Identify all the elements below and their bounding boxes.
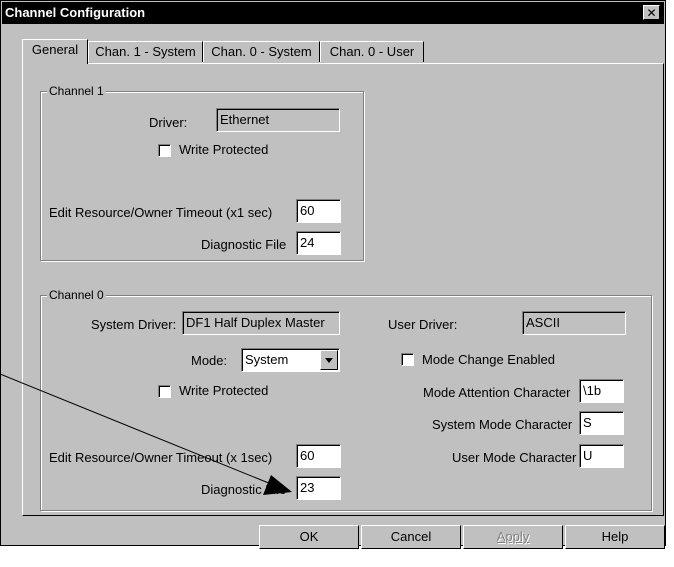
callout-arrow bbox=[0, 373, 292, 495]
callout-arrow-head bbox=[263, 475, 292, 495]
callout-arrow-line bbox=[0, 373, 277, 487]
